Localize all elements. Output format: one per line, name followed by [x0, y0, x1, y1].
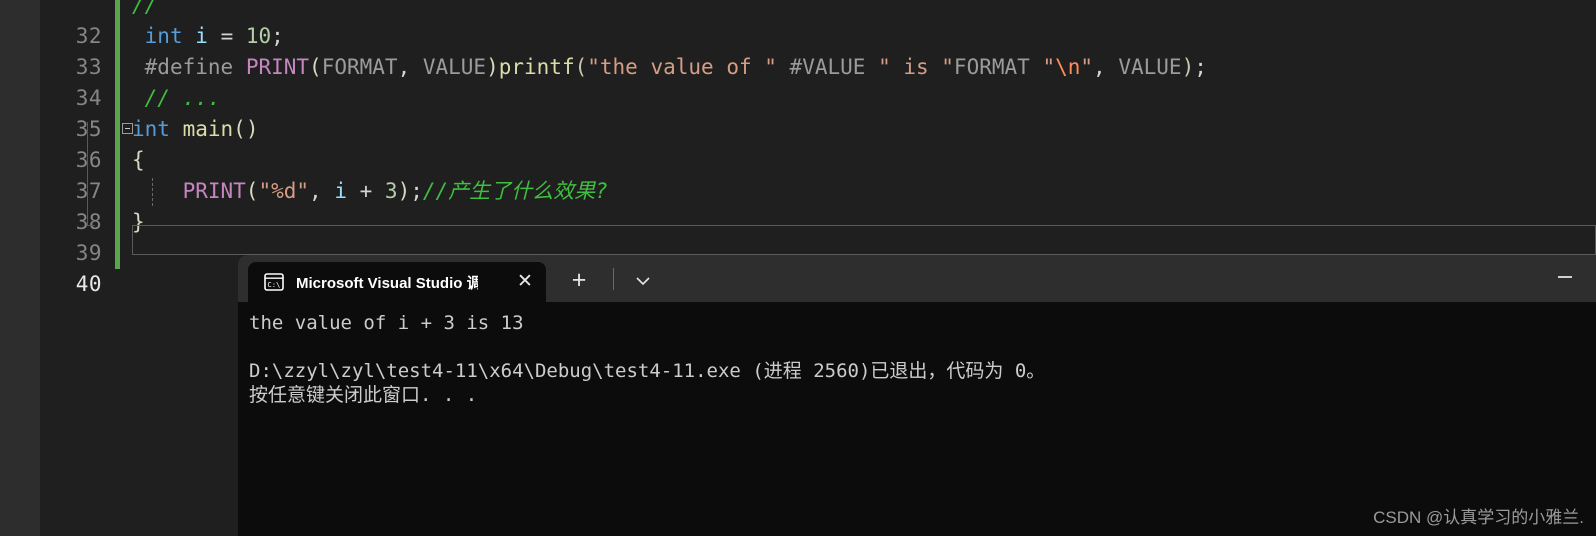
toolbar-divider	[613, 268, 614, 290]
change-bar-39	[115, 207, 120, 238]
fold-region-guide-foot	[87, 225, 95, 226]
fold-region-guide	[87, 122, 88, 226]
code-line-34-text: #define PRINT(FORMAT, VALUE)printf("the …	[144, 55, 1207, 79]
code-comment-38: //产生了什么效果?	[422, 179, 608, 203]
code-line-37-text: {	[132, 148, 145, 172]
code-line-33[interactable]: 33 int i = 10;	[40, 21, 1596, 79]
change-bar-35	[115, 83, 120, 114]
code-line-36[interactable]: 36 int main()	[40, 114, 1596, 172]
change-bar-38	[115, 176, 120, 207]
code-line-33-text: int i = 10;	[144, 24, 284, 48]
change-bar-36	[115, 114, 120, 145]
code-line-36-text: int main()	[132, 117, 259, 141]
minimize-icon[interactable]	[1558, 276, 1572, 278]
svg-text:C:\: C:\	[267, 280, 280, 289]
code-line-37[interactable]: 37 {	[40, 145, 1596, 203]
line-number-40: 40	[75, 272, 102, 296]
change-bar-40	[115, 238, 120, 269]
chevron-down-icon[interactable]	[630, 269, 656, 293]
console-output-area[interactable]: the value of i + 3 is 13 D:\zzyl\zyl\tes…	[238, 302, 1596, 536]
close-icon[interactable]: ✕	[514, 271, 536, 293]
csdn-watermark: CSDN @认真学习的小雅兰.	[1373, 508, 1584, 527]
new-tab-button[interactable]: +	[566, 268, 592, 294]
code-line-32-text: //	[132, 0, 158, 17]
code-line-35[interactable]: 35 // ...	[40, 83, 1596, 141]
console-output-line-1: the value of i + 3 is 13	[249, 312, 524, 334]
code-line-35-text: // ...	[144, 86, 221, 110]
current-line-highlight	[132, 225, 1596, 255]
debug-console-window[interactable]: C:\ Microsoft Visual Studio 调试控 ✕ + the …	[238, 255, 1596, 536]
console-output-line-3: 按任意键关闭此窗口. . .	[249, 383, 1596, 407]
change-bar-37	[115, 145, 120, 176]
code-line-38[interactable]: 38 PRINT("%d", i + 3);//产生了什么效果?	[40, 176, 1596, 234]
console-title-bar[interactable]: C:\ Microsoft Visual Studio 调试控 ✕ +	[238, 255, 1596, 302]
change-bar-34	[115, 52, 120, 83]
code-line-34[interactable]: 34 #define PRINT(FORMAT, VALUE)printf("t…	[40, 52, 1596, 110]
code-line-32[interactable]: 32 //	[40, 0, 1596, 48]
console-tab-title: Microsoft Visual Studio 调试控	[296, 274, 478, 292]
console-output-line-2: D:\zzyl\zyl\test4-11\x64\Debug\test4-11.…	[249, 360, 1046, 382]
console-output-line-3-text: 按任意键关闭此窗口. . .	[249, 384, 478, 406]
code-line-38-text: PRINT("%d", i + 3);//产生了什么效果?	[182, 179, 608, 203]
change-bar-32	[115, 0, 120, 21]
terminal-cmd-icon: C:\	[264, 273, 284, 291]
console-caret	[477, 385, 487, 404]
console-tab[interactable]: C:\ Microsoft Visual Studio 调试控 ✕	[248, 262, 546, 302]
editor-left-margin	[0, 0, 40, 536]
change-bar-33	[115, 21, 120, 52]
